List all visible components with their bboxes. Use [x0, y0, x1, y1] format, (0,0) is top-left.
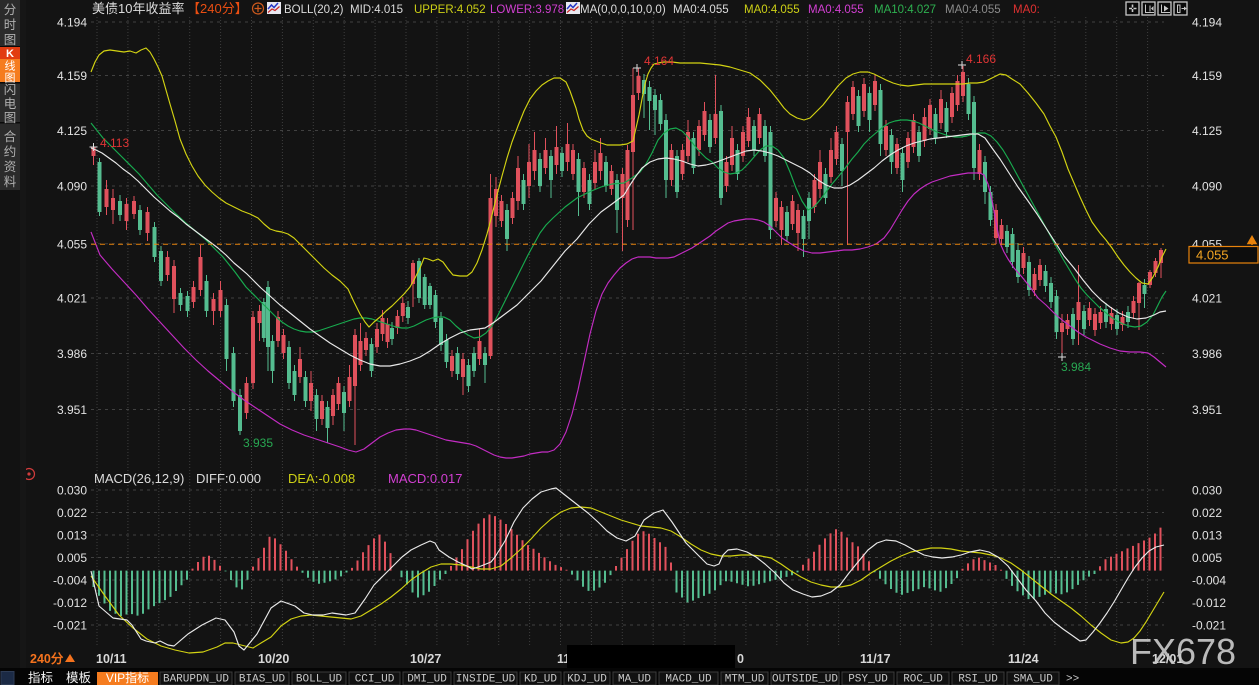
svg-text:0.022: 0.022: [1192, 506, 1222, 520]
svg-text:>>: >>: [1066, 674, 1079, 685]
svg-text:【240分】: 【240分】: [187, 1, 248, 16]
svg-text:10/11: 10/11: [96, 652, 127, 666]
svg-text:指标: 指标: [28, 670, 53, 685]
svg-text:-0.004: -0.004: [1192, 574, 1226, 588]
svg-text:3.951: 3.951: [1192, 403, 1222, 417]
svg-text:0.022: 0.022: [57, 506, 87, 520]
svg-text:FX678: FX678: [1130, 631, 1236, 672]
svg-text:图: 图: [4, 33, 17, 47]
svg-text:CCI_UD: CCI_UD: [355, 674, 395, 685]
svg-text:0.005: 0.005: [57, 551, 87, 565]
svg-text:MA0:4.055: MA0:4.055: [945, 4, 1001, 16]
svg-text:分: 分: [4, 3, 17, 17]
svg-text:资: 资: [4, 160, 17, 174]
svg-text:LOWER:3.978: LOWER:3.978: [490, 4, 564, 16]
svg-text:电: 电: [4, 97, 17, 111]
svg-text:BIAS_UD: BIAS_UD: [239, 674, 286, 685]
svg-text:0.030: 0.030: [1192, 484, 1222, 498]
svg-text:DIFF:0.000: DIFF:0.000: [196, 471, 261, 486]
svg-text:RSI_UD: RSI_UD: [958, 674, 998, 685]
svg-text:0.005: 0.005: [1192, 551, 1222, 565]
svg-text:4.194: 4.194: [57, 16, 87, 30]
svg-text:MID:4.015: MID:4.015: [350, 4, 403, 16]
svg-text:UPPER:4.052: UPPER:4.052: [414, 4, 486, 16]
svg-text:-0.012: -0.012: [53, 596, 87, 610]
svg-text:美债10年收益率: 美债10年收益率: [92, 1, 184, 16]
svg-text:11/17: 11/17: [860, 652, 891, 666]
svg-text:ROC_UD: ROC_UD: [903, 674, 943, 685]
svg-text:4.090: 4.090: [57, 180, 87, 194]
svg-text:-0.004: -0.004: [53, 574, 87, 588]
svg-text:0.013: 0.013: [57, 529, 87, 543]
svg-text:线: 线: [5, 59, 16, 73]
svg-text:4.194: 4.194: [1192, 16, 1222, 30]
svg-text:VIP指标: VIP指标: [106, 670, 149, 685]
svg-text:10/20: 10/20: [258, 652, 289, 666]
svg-text:MA(0,0,0,10,0,0): MA(0,0,0,10,0,0): [580, 4, 666, 16]
svg-text:4.113: 4.113: [100, 136, 129, 150]
svg-text:MTM_UD: MTM_UD: [725, 674, 765, 685]
svg-text:4.021: 4.021: [57, 292, 87, 306]
svg-text:MA0:4.055: MA0:4.055: [744, 4, 800, 16]
svg-text:图: 图: [4, 111, 17, 125]
svg-text:INSIDE_UD: INSIDE_UD: [456, 674, 516, 685]
svg-text:0: 0: [737, 652, 744, 666]
svg-text:OUTSIDE_UD: OUTSIDE_UD: [772, 674, 838, 685]
svg-text:-0.012: -0.012: [1192, 596, 1226, 610]
svg-text:4.125: 4.125: [1192, 124, 1222, 138]
svg-text:K: K: [6, 48, 14, 60]
svg-text:闪: 闪: [4, 83, 17, 97]
svg-text:MACD(26,12,9): MACD(26,12,9): [94, 471, 184, 486]
svg-text:BOLL_UD: BOLL_UD: [296, 674, 343, 685]
svg-text:BOLL(20,2): BOLL(20,2): [284, 4, 344, 16]
svg-text:MACD:0.017: MACD:0.017: [388, 471, 462, 486]
svg-text:MA0:: MA0:: [1013, 4, 1040, 16]
svg-text:10/27: 10/27: [410, 652, 441, 666]
svg-text:4.125: 4.125: [57, 124, 87, 138]
svg-text:MA0:4.055: MA0:4.055: [673, 4, 729, 16]
svg-text:时: 时: [4, 18, 17, 32]
svg-text:MA10:4.027: MA10:4.027: [874, 4, 936, 16]
svg-text:4.055: 4.055: [1196, 248, 1229, 263]
svg-text:11/24: 11/24: [1008, 652, 1039, 666]
svg-text:MACD_UD: MACD_UD: [665, 674, 712, 685]
svg-text:3.986: 3.986: [57, 347, 87, 361]
svg-text:4.159: 4.159: [57, 69, 87, 83]
svg-text:3.935: 3.935: [243, 436, 273, 450]
svg-text:约: 约: [4, 144, 17, 159]
svg-text:KDJ_UD: KDJ_UD: [567, 674, 607, 685]
svg-text:SMA_UD: SMA_UD: [1013, 674, 1053, 685]
svg-text:240分: 240分: [30, 651, 64, 666]
svg-text:0.030: 0.030: [57, 484, 87, 498]
svg-text:4.021: 4.021: [1192, 292, 1222, 306]
svg-text:4.164: 4.164: [644, 54, 674, 68]
svg-text:MA_UD: MA_UD: [618, 674, 651, 685]
svg-text:DEA:-0.008: DEA:-0.008: [288, 471, 355, 486]
svg-text:合: 合: [4, 129, 17, 144]
svg-text:KD_UD: KD_UD: [524, 674, 557, 685]
svg-text:4.055: 4.055: [57, 237, 87, 251]
svg-text:3.984: 3.984: [1061, 360, 1091, 374]
svg-text:3.951: 3.951: [57, 403, 87, 417]
svg-text:4.166: 4.166: [966, 52, 996, 66]
svg-text:BARUPDN_UD: BARUPDN_UD: [163, 674, 229, 685]
svg-text:-0.021: -0.021: [53, 619, 87, 633]
svg-text:0.013: 0.013: [1192, 529, 1222, 543]
svg-text:4.159: 4.159: [1192, 69, 1222, 83]
svg-text:4.090: 4.090: [1192, 180, 1222, 194]
svg-text:料: 料: [4, 175, 17, 189]
svg-text:3.986: 3.986: [1192, 347, 1222, 361]
svg-text:MA0:4.055: MA0:4.055: [808, 4, 864, 16]
svg-text:DMI_UD: DMI_UD: [407, 674, 447, 685]
svg-text:PSY_UD: PSY_UD: [848, 674, 888, 685]
svg-text:模板: 模板: [66, 671, 92, 685]
